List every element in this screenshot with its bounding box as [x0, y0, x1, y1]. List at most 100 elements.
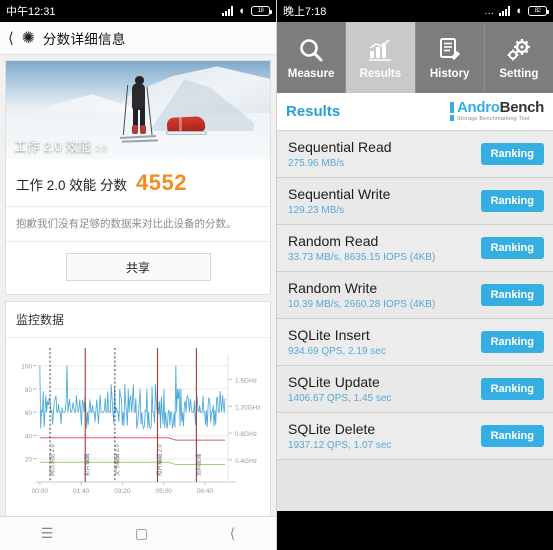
score-comparison-note: 抱歉我们没有足够的数据来对比此设备的分数。: [6, 207, 270, 242]
left-app-header: ⟨ ✺ 分数详细信息: [0, 22, 276, 55]
share-button[interactable]: 共享: [65, 253, 211, 281]
ranking-button[interactable]: Ranking: [480, 378, 544, 400]
svg-text:0.8GHz: 0.8GHz: [235, 431, 257, 438]
benchmark-row-text: SQLite Update 1406.67 QPS, 1.45 sec: [288, 374, 391, 404]
svg-text:1.6GHz: 1.6GHz: [235, 378, 257, 385]
home-square-icon[interactable]: ▢: [135, 525, 148, 542]
benchmark-value: 1937.12 QPS, 1.07 sec: [288, 440, 392, 452]
benchmark-value: 934.69 QPS, 2.19 sec: [288, 346, 386, 358]
monitor-card: 监控数据 100 80 60 40 20 1.6GHz 1.20GHz 0.8GHz 0.4GH…: [5, 301, 271, 516]
right-phone-androbench: 晚上7:18 ... ◐ 82 Measure Results History …: [277, 0, 553, 550]
benchmark-row[interactable]: Sequential Write 129.23 MB/s Ranking: [277, 178, 553, 225]
page-title: 分数详细信息: [42, 32, 126, 47]
benchmark-row-text: Sequential Write 129.23 MB/s: [288, 186, 390, 216]
left-status-time: 中午12:31: [6, 6, 56, 18]
svg-text:1.20GHz: 1.20GHz: [235, 404, 261, 411]
tab-history[interactable]: History: [415, 22, 485, 93]
benchmark-value: 10.39 MB/s, 2660.28 IOPS (4KB): [288, 299, 436, 311]
ranking-button[interactable]: Ranking: [480, 190, 544, 212]
left-scroll-body[interactable]: 工作 2.0 效能 2.0 工作 2.0 效能 分数 4552 抱歉我们没有足够…: [0, 55, 276, 516]
svg-text:60: 60: [25, 410, 33, 417]
benchmark-name: SQLite Insert: [288, 326, 370, 343]
monitor-chart: 100 80 60 40 20 1.6GHz 1.20GHz 0.8GHz 0.4GHz 00:0…: [6, 338, 270, 513]
svg-text:40: 40: [25, 433, 33, 440]
skier-figure-icon: [120, 75, 159, 149]
benchmark-row[interactable]: Random Read 33.73 MB/s, 8635.15 IOPS (4KB…: [277, 225, 553, 272]
benchmark-row[interactable]: SQLite Update 1406.67 QPS, 1.45 sec Rankin…: [277, 366, 553, 413]
benchmark-row[interactable]: SQLite Delete 1937.12 QPS, 1.07 sec Rankin…: [277, 413, 553, 460]
results-empty-space: [277, 485, 553, 511]
benchmark-value: 1406.67 QPS, 1.45 sec: [288, 393, 392, 405]
tab-setting[interactable]: Setting: [484, 22, 553, 93]
tab-results[interactable]: Results: [346, 22, 416, 93]
brand-name-bench: Bench: [499, 99, 545, 117]
brand-subtitle: Storage Benchmarking Tool: [456, 116, 530, 123]
androbench-logo: AndroBench Storage Benchmarking Tool: [449, 99, 545, 123]
benchmark-row-text: Random Read 33.73 MB/s, 8635.15 IOPS (4KB…: [288, 233, 435, 263]
svg-text:影片编辑: 影片编辑: [83, 453, 91, 476]
svg-text:05:00: 05:00: [156, 488, 173, 495]
document-pencil-icon: [437, 35, 463, 65]
benchmark-row-text: SQLite Insert 934.69 QPS, 2.19 sec: [288, 327, 386, 357]
wifi-icon: ◐: [516, 4, 523, 17]
tab-measure[interactable]: Measure: [277, 22, 347, 93]
benchmark-value: 33.73 MB/s, 8635.15 IOPS (4KB): [288, 252, 436, 264]
ranking-button[interactable]: Ranking: [480, 284, 544, 306]
svg-text:网页浏览 2.0: 网页浏览 2.0: [48, 444, 56, 476]
score-label: 工作 2.0 效能 分数: [16, 178, 128, 193]
monitor-title: 监控数据: [6, 302, 270, 338]
back-chevron-icon[interactable]: ⟨: [8, 31, 14, 46]
share-row: 共享: [6, 242, 270, 294]
svg-text:资料处理: 资料处理: [194, 453, 202, 476]
battery-icon: 82: [528, 6, 549, 16]
benchmark-value: 275.96 MB/s: [288, 158, 345, 170]
svg-text:照片编辑 2.0: 照片编辑 2.0: [155, 444, 163, 476]
androbench-mark-icon: [449, 102, 454, 121]
right-status-bar: 晚上7:18 ... ◐ 82: [277, 0, 553, 22]
benchmark-row[interactable]: Random Write 10.39 MB/s, 2660.28 IOPS (4K…: [277, 272, 553, 319]
hero-image: 工作 2.0 效能 2.0: [6, 61, 270, 159]
svg-text:03:20: 03:20: [114, 488, 131, 495]
svg-text:01:40: 01:40: [73, 488, 90, 495]
menu-icon[interactable]: ☰: [41, 525, 54, 542]
back-chevron-icon[interactable]: ⟨: [230, 525, 235, 542]
left-status-icons: ◐ 18: [222, 4, 272, 17]
svg-text:00:00: 00:00: [32, 488, 49, 495]
benchmark-name: Random Write: [288, 279, 378, 296]
score-card: 工作 2.0 效能 2.0 工作 2.0 效能 分数 4552 抱歉我们没有足够…: [5, 60, 271, 295]
left-status-bar: 中午12:31 ◐ 18: [0, 0, 276, 22]
wifi-icon: ◐: [239, 4, 246, 17]
battery-icon: 18: [251, 6, 272, 16]
more-notifications-icon: ...: [484, 5, 495, 17]
right-system-navbar: [277, 511, 553, 550]
hero-label-version: 2.0: [95, 144, 107, 153]
tab-label-results: Results: [359, 68, 402, 80]
androbench-tabbar: Measure Results History Setting: [277, 22, 553, 93]
brand-name-andro: Andro: [456, 99, 500, 117]
ranking-button[interactable]: Ranking: [480, 331, 544, 353]
svg-text:0.4GHz: 0.4GHz: [235, 458, 257, 465]
tab-label-setting: Setting: [499, 68, 539, 80]
tab-label-history: History: [429, 68, 470, 80]
right-status-icons: ... ◐ 82: [484, 4, 549, 17]
results-heading: Results: [286, 103, 341, 120]
left-phone-pcmark: 中午12:31 ◐ 18 ⟨ ✺ 分数详细信息 工作 2.0 效能 2.0 工作…: [0, 0, 277, 550]
benchmark-results-list[interactable]: Sequential Read 275.96 MB/s Ranking Sequent…: [277, 131, 553, 486]
ranking-button[interactable]: Ranking: [480, 425, 544, 447]
benchmark-name: SQLite Delete: [288, 420, 376, 437]
benchmark-row-text: Random Write 10.39 MB/s, 2660.28 IOPS (4K…: [288, 280, 435, 310]
benchmark-row[interactable]: SQLite Insert 934.69 QPS, 2.19 sec Ranking: [277, 319, 553, 366]
signal-bars-icon: [222, 6, 234, 16]
ranking-button[interactable]: Ranking: [480, 143, 544, 165]
benchmark-row-text: Sequential Read 275.96 MB/s: [288, 139, 392, 169]
hero-label: 工作 2.0 效能 2.0: [6, 136, 114, 155]
pcmark-logo-icon: ✺: [21, 29, 36, 47]
svg-text:100: 100: [21, 364, 32, 371]
monitor-chart-svg: 100 80 60 40 20 1.6GHz 1.20GHz 0.8GHz 0.4GHz 00:0…: [21, 348, 261, 495]
svg-text:文书编辑 2.0: 文书编辑 2.0: [113, 444, 121, 476]
bar-chart-icon: [367, 35, 393, 65]
benchmark-row[interactable]: Sequential Read 275.96 MB/s Ranking: [277, 131, 553, 178]
results-header: Results AndroBench Storage Benchmarking …: [277, 93, 553, 131]
ranking-button[interactable]: Ranking: [480, 237, 544, 259]
left-system-navbar: ☰ ▢ ⟨: [0, 516, 276, 550]
